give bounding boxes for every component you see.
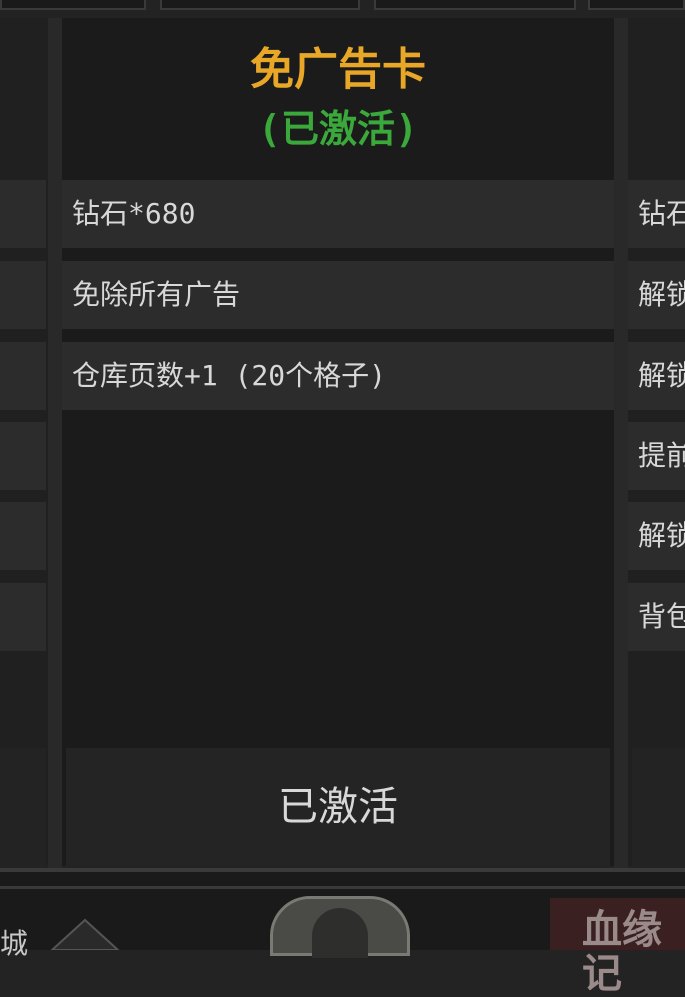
bottom-left-label[interactable]: 城 [0,930,28,958]
left-card-row [0,342,46,410]
left-card-row [0,502,46,570]
left-card-row [0,180,46,248]
feature-row-diamonds: 钻石*680 [62,180,614,248]
column-divider [614,18,628,868]
card-status: (已激活) [258,107,418,151]
top-tab-3[interactable] [374,0,576,10]
left-card-button[interactable] [0,748,46,866]
right-card-row: 解锁 [628,261,685,329]
top-tab-4[interactable] [588,0,685,10]
right-card-button[interactable] [632,748,685,866]
feature-row-no-ads: 免除所有广告 [62,261,614,329]
activated-button[interactable]: 已激活 [66,748,610,866]
bottom-bar-rule [0,886,685,889]
left-card-row [0,583,46,651]
right-card-row: 解锁 [628,342,685,410]
bottom-bar-top-border [0,868,685,872]
top-tab-1[interactable] [0,0,146,10]
bottom-nav-bar: 城 血缘记 [0,868,685,996]
card-title: 免广告卡 [250,44,426,95]
right-card-row: 钻石 [628,180,685,248]
feature-row-storage: 仓库页数+1 (20个格子) [62,342,614,410]
top-tab-2[interactable] [160,0,360,10]
right-card-row: 背包 [628,583,685,651]
bottom-right-label[interactable]: 血缘记 [582,908,685,996]
right-card-row: 解锁 [628,502,685,570]
shield-badge-inner [312,908,368,958]
right-card-row: 提前 [628,422,685,490]
left-card-row [0,261,46,329]
left-card-row [0,422,46,490]
triangle-icon[interactable] [50,918,120,950]
column-divider [48,18,62,868]
